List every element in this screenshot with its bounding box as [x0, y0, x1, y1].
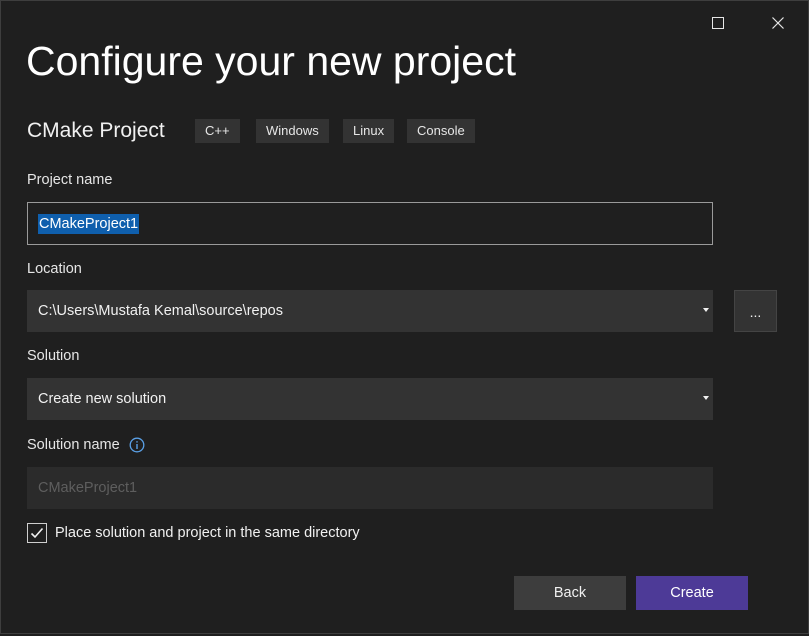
- maximize-button[interactable]: [698, 7, 738, 39]
- project-name-value: CMakeProject1: [38, 213, 140, 234]
- maximize-icon: [712, 17, 724, 29]
- browse-button[interactable]: ...: [734, 290, 777, 332]
- close-icon: [772, 17, 784, 29]
- project-name-label: Project name: [27, 172, 113, 188]
- info-icon[interactable]: [129, 437, 145, 453]
- close-button[interactable]: [758, 7, 798, 39]
- tag-linux: Linux: [343, 119, 395, 143]
- location-dropdown[interactable]: C:\Users\Mustafa Kemal\source\repos: [27, 290, 713, 332]
- location-value: C:\Users\Mustafa Kemal\source\repos: [38, 303, 283, 319]
- project-name-input[interactable]: CMakeProject1: [27, 202, 713, 245]
- page-title: Configure your new project: [26, 38, 516, 84]
- same-directory-checkbox[interactable]: [27, 523, 47, 543]
- tag-windows: Windows: [256, 119, 329, 143]
- solution-name-placeholder: CMakeProject1: [38, 480, 138, 496]
- same-directory-label[interactable]: Place solution and project in the same d…: [55, 525, 360, 541]
- create-button[interactable]: Create: [636, 576, 748, 610]
- template-name: CMake Project: [27, 119, 165, 142]
- chevron-down-icon: [703, 308, 709, 312]
- checkmark-icon: [30, 527, 44, 539]
- location-label: Location: [27, 261, 82, 277]
- tag-cpp: C++: [195, 119, 240, 143]
- solution-value: Create new solution: [38, 391, 167, 407]
- solution-name-label: Solution name: [27, 437, 120, 453]
- tag-console: Console: [407, 119, 475, 143]
- solution-dropdown[interactable]: Create new solution: [27, 378, 713, 420]
- back-button[interactable]: Back: [514, 576, 626, 610]
- solution-name-input: CMakeProject1: [27, 467, 713, 509]
- solution-label: Solution: [27, 348, 80, 364]
- chevron-down-icon: [703, 396, 709, 400]
- configure-project-dialog: Configure your new project CMake Project…: [0, 0, 809, 634]
